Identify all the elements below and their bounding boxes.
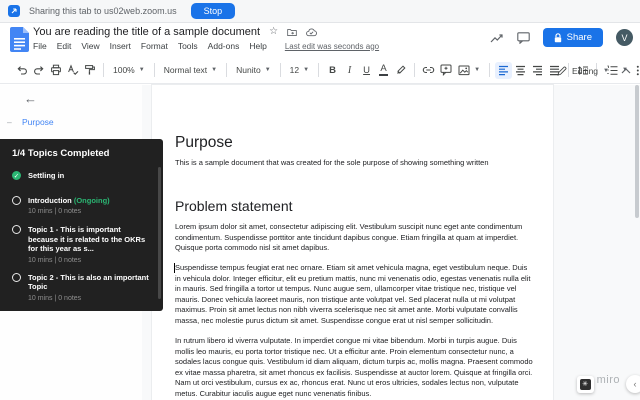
topic-meta: 10 mins | 0 notes xyxy=(28,256,82,264)
add-comment-icon[interactable] xyxy=(437,62,454,79)
pencil-icon xyxy=(557,65,567,76)
stop-sharing-button[interactable]: Stop xyxy=(190,3,236,19)
document-canvas: ← – Purpose Problem statement Purpose Th… xyxy=(0,85,640,400)
paint-format-icon[interactable] xyxy=(81,62,98,79)
insert-image-button[interactable]: ▼ xyxy=(454,65,484,76)
doc-paragraph: In rutrum libero id viverra vulputate. I… xyxy=(175,336,533,398)
share-button[interactable]: Share xyxy=(542,28,603,47)
topic-item-topic1[interactable]: Topic 1 - This is important because it i… xyxy=(12,225,149,254)
menu-format[interactable]: Format xyxy=(141,41,168,51)
doc-heading-problem-statement: Problem statement xyxy=(175,198,293,214)
check-circle-icon: ✓ xyxy=(12,171,21,180)
topic-meta: 10 mins | 0 notes xyxy=(28,208,82,215)
empty-circle-icon xyxy=(12,225,21,234)
last-edit-link[interactable]: Last edit was seconds ago xyxy=(285,42,379,51)
chevron-down-icon: ▼ xyxy=(603,67,609,74)
topics-panel-header: 1/4 Topics Completed xyxy=(12,148,110,159)
comment-history-icon[interactable] xyxy=(516,31,530,44)
align-left-button[interactable] xyxy=(495,61,513,79)
insert-link-icon[interactable] xyxy=(420,62,437,79)
font-size-select[interactable]: 12 ▼ xyxy=(286,65,313,75)
docs-header: You are reading the title of a sample do… xyxy=(0,23,640,57)
text-color-button[interactable]: A xyxy=(375,62,392,79)
miro-widget: ✳ miro ‹ xyxy=(576,374,640,393)
menu-edit[interactable]: Edit xyxy=(57,41,72,51)
menu-tools[interactable]: Tools xyxy=(178,41,198,51)
move-folder-icon[interactable] xyxy=(287,28,297,37)
menu-insert[interactable]: Insert xyxy=(110,41,131,51)
collapse-toolbar-icon[interactable] xyxy=(621,67,631,74)
ongoing-badge: (Ongoing) xyxy=(73,195,110,205)
current-position-dash-icon: – xyxy=(7,117,12,127)
menu-addons[interactable]: Add-ons xyxy=(208,41,240,51)
screen-share-icon xyxy=(8,5,20,17)
document-title[interactable]: You are reading the title of a sample do… xyxy=(33,26,260,38)
empty-circle-icon xyxy=(12,272,21,282)
document-page[interactable]: Purpose This is a sample document that w… xyxy=(152,85,553,400)
topic-item-settling-in[interactable]: ✓ Settling in xyxy=(12,171,149,181)
menu-view[interactable]: View xyxy=(81,41,99,51)
miro-logo: miro xyxy=(596,374,620,386)
text-cursor xyxy=(174,263,175,273)
close-outline-icon[interactable]: ← xyxy=(24,91,37,106)
doc-heading-purpose: Purpose xyxy=(175,134,233,151)
sharing-banner-text: Sharing this tab to us02web.zoom.us xyxy=(29,6,177,16)
align-right-button[interactable] xyxy=(529,62,546,79)
chevron-down-icon: ▼ xyxy=(303,67,310,73)
bold-button[interactable]: B xyxy=(324,62,341,79)
redo-icon[interactable] xyxy=(30,62,47,79)
tab-sharing-banner: Sharing this tab to us02web.zoom.us Stop xyxy=(0,0,640,23)
avatar[interactable]: V xyxy=(616,29,633,46)
doc-paragraph: Suspendisse tempus feugiat erat nec orna… xyxy=(175,263,531,325)
empty-circle-icon xyxy=(12,310,21,311)
menu-bar: File Edit View Insert Format Tools Add-o… xyxy=(33,41,379,51)
editing-mode-select[interactable]: Editing ▼ xyxy=(557,66,609,76)
underline-button[interactable]: U xyxy=(358,62,375,79)
document-scrollbar[interactable] xyxy=(635,85,639,218)
spellcheck-icon[interactable] xyxy=(64,62,81,79)
topic-item-topic2[interactable]: Topic 2 - This is also an important Topi… xyxy=(12,272,149,292)
undo-icon[interactable] xyxy=(13,62,30,79)
chevron-down-icon: ▼ xyxy=(211,67,218,73)
share-button-label: Share xyxy=(566,32,592,43)
collapse-widget-button[interactable]: ‹ xyxy=(626,375,640,393)
star-icon[interactable]: ☆ xyxy=(269,27,278,37)
align-center-button[interactable] xyxy=(512,62,529,79)
empty-circle-icon xyxy=(12,195,21,205)
google-docs-icon[interactable] xyxy=(10,27,29,52)
topic-item-introduction[interactable]: Introduction (Ongoing) xyxy=(12,195,149,206)
zoom-select[interactable]: 100% ▼ xyxy=(109,65,149,75)
doc-paragraph: This is a sample document that was creat… xyxy=(175,158,489,167)
print-icon[interactable] xyxy=(47,62,64,79)
bulleted-list-button[interactable]: ▼ xyxy=(632,65,640,76)
outline-item-purpose[interactable]: – Purpose xyxy=(0,112,142,132)
doc-paragraph: Lorem ipsum dolor sit amet, consectetur … xyxy=(175,222,523,253)
cloud-status-icon[interactable] xyxy=(306,27,317,37)
formatting-toolbar: 100% ▼ Normal text ▼ Nunito ▼ 12 ▼ B I U A ▼ xyxy=(0,57,640,84)
highlight-color-icon[interactable] xyxy=(392,62,409,79)
topics-panel: 1/4 Topics Completed ✓ Settling in Intro… xyxy=(0,139,163,311)
italic-button[interactable]: I xyxy=(341,62,358,79)
chevron-down-icon: ▼ xyxy=(264,67,271,73)
miro-plugin-icon[interactable]: ✳ xyxy=(576,375,594,393)
menu-help[interactable]: Help xyxy=(249,41,266,51)
chevron-down-icon: ▼ xyxy=(138,67,145,73)
topics-panel-scrollbar[interactable] xyxy=(158,167,161,299)
paragraph-style-select[interactable]: Normal text ▼ xyxy=(160,65,221,75)
topic-meta: 10 mins | 0 notes xyxy=(28,294,82,302)
lock-icon xyxy=(554,32,561,42)
topic-item-ending-notes[interactable]: Ending notes xyxy=(12,310,149,311)
menu-file[interactable]: File xyxy=(33,41,47,51)
font-select[interactable]: Nunito ▼ xyxy=(232,65,275,75)
activity-icon[interactable] xyxy=(490,32,504,44)
chevron-down-icon: ▼ xyxy=(474,67,481,73)
